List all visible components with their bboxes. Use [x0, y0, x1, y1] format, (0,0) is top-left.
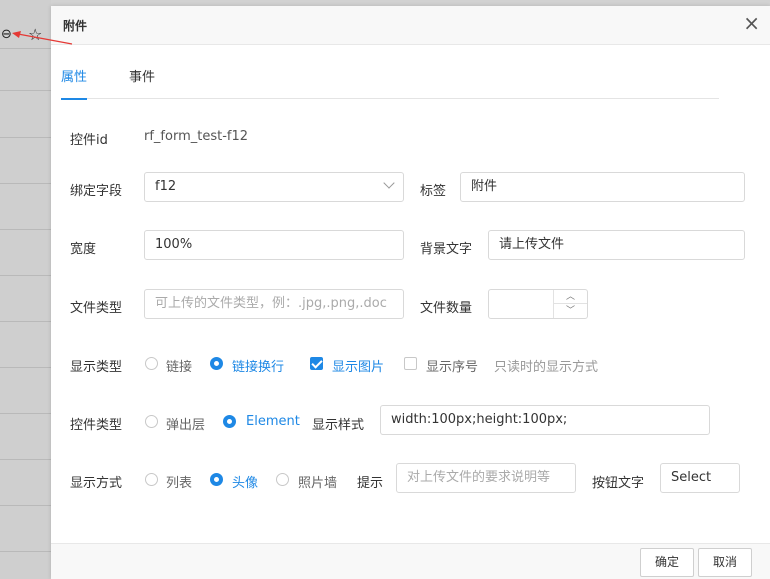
control-type-label: 控件类型	[70, 418, 123, 433]
grid-line	[0, 229, 51, 230]
chevron-down-icon	[383, 177, 395, 189]
radio-avatar[interactable]	[210, 473, 223, 486]
show-image-label: 显示图片	[332, 360, 385, 375]
radio-photo-wall[interactable]	[276, 473, 289, 486]
display-type-label: 显示类型	[70, 360, 123, 375]
file-count-stepper[interactable]: ︿ ﹀	[488, 289, 588, 319]
grid-line	[0, 48, 51, 49]
control-id-value: rf_form_test-f12	[144, 129, 249, 144]
radio-popup[interactable]	[145, 415, 158, 428]
attachment-dialog: 附件 × 属性 事件 控件id rf_form_test-f12 绑定字段 f1…	[51, 6, 770, 579]
radio-link-label: 链接	[166, 360, 193, 375]
close-icon[interactable]: ×	[743, 12, 760, 34]
grid-line	[0, 183, 51, 184]
width-label: 宽度	[70, 242, 97, 257]
grid-line	[0, 505, 51, 506]
width-input[interactable]: 100%	[144, 230, 404, 260]
readonly-hint: 只读时的显示方式	[494, 360, 599, 375]
tag-label: 标签	[420, 184, 447, 199]
checkbox-show-index[interactable]	[404, 357, 417, 370]
tab-bar: 属性 事件	[61, 68, 719, 100]
checkbox-show-image[interactable]	[310, 357, 323, 370]
bind-field-label: 绑定字段	[70, 184, 123, 199]
button-text-input[interactable]: Select	[660, 463, 740, 493]
grid-line	[0, 367, 51, 368]
radio-popup-label: 弹出层	[166, 418, 206, 433]
radio-avatar-label: 头像	[232, 476, 259, 491]
tip-label: 提示	[357, 476, 384, 491]
radio-element-label: Element	[246, 414, 300, 429]
grid-line	[0, 551, 51, 552]
radio-list[interactable]	[145, 473, 158, 486]
grid-line	[0, 321, 51, 322]
arrow-head	[12, 31, 21, 38]
bg-text-label: 背景文字	[420, 242, 473, 257]
tag-input[interactable]: 附件	[460, 172, 745, 202]
annotation-arrow	[12, 31, 73, 45]
show-index-label: 显示序号	[426, 360, 479, 375]
file-type-input[interactable]: 可上传的文件类型，例：.jpg,.png,.doc	[144, 289, 404, 319]
dialog-footer: 确定 取消	[51, 543, 770, 579]
button-text-label: 按钮文字	[592, 476, 645, 491]
display-style-input[interactable]: width:100px;height:100px;	[380, 405, 710, 435]
grid-line	[0, 137, 51, 138]
bind-field-value: f12	[155, 179, 177, 194]
ok-button[interactable]: 确定	[640, 548, 694, 577]
radio-element[interactable]	[223, 415, 236, 428]
tip-input[interactable]: 对上传文件的要求说明等	[396, 463, 576, 493]
dialog-header: 附件 ×	[51, 6, 770, 45]
grid-line	[0, 90, 51, 91]
arrow-line	[17, 33, 73, 45]
tab-events[interactable]: 事件	[129, 68, 155, 99]
radio-link-newline-label: 链接换行	[232, 360, 285, 375]
grid-line	[0, 459, 51, 460]
radio-link-newline[interactable]	[210, 357, 223, 370]
radio-photo-wall-label: 照片墙	[298, 476, 338, 491]
bind-field-select[interactable]: f12	[144, 172, 404, 202]
display-style-label: 显示样式	[312, 418, 365, 433]
tab-properties[interactable]: 属性	[61, 68, 88, 100]
grid-line	[0, 275, 51, 276]
bg-text-input[interactable]: 请上传文件	[488, 230, 745, 260]
increment-icon[interactable]: ︿	[554, 290, 587, 304]
radio-link[interactable]	[145, 357, 158, 370]
cancel-button[interactable]: 取消	[698, 548, 752, 577]
display-mode-label: 显示方式	[70, 476, 123, 491]
file-type-label: 文件类型	[70, 301, 123, 316]
file-count-label: 文件数量	[420, 301, 473, 316]
background-grid	[0, 0, 51, 579]
stepper-controls: ︿ ﹀	[553, 290, 587, 318]
radio-list-label: 列表	[166, 476, 193, 491]
control-id-label: 控件id	[70, 133, 108, 148]
decrement-icon[interactable]: ﹀	[554, 304, 587, 318]
grid-line	[0, 413, 51, 414]
